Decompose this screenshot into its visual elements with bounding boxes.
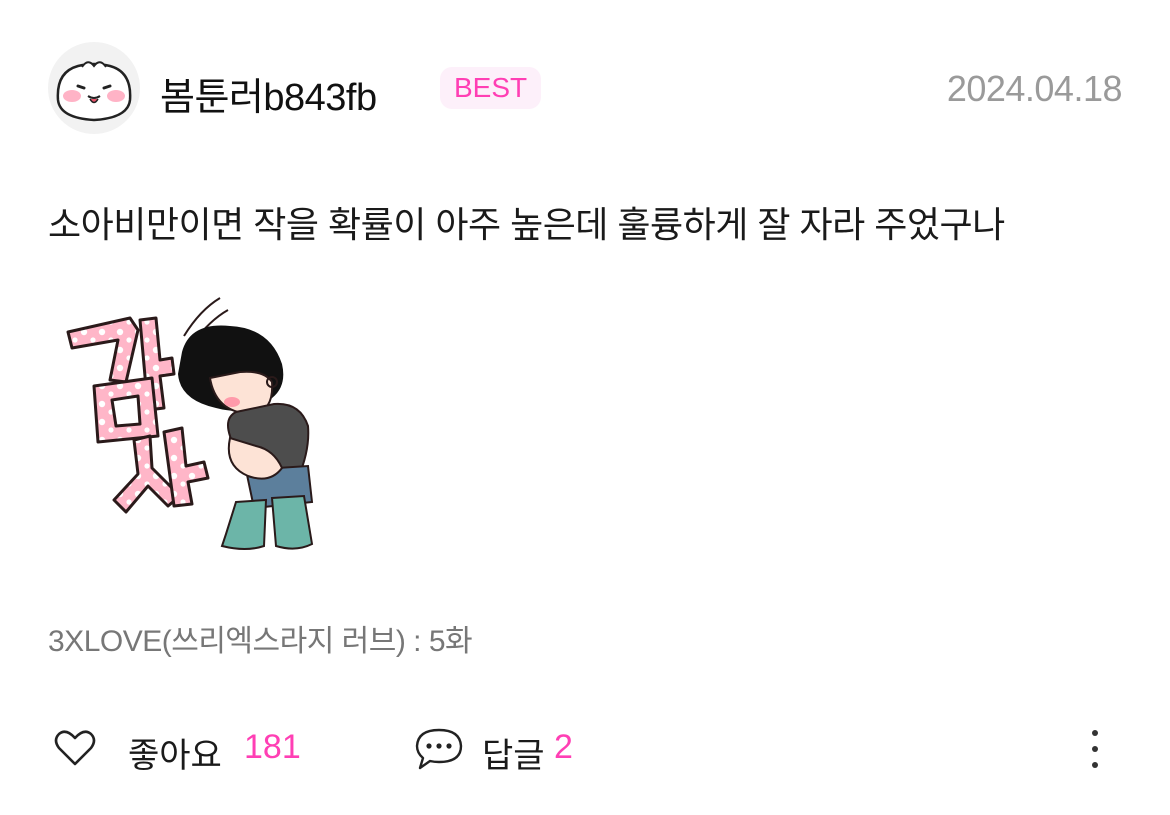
username[interactable]: 봄툰러b843fb: [160, 66, 377, 121]
bunny-face-icon: [56, 61, 132, 122]
best-badge: BEST: [440, 67, 542, 109]
more-vertical-icon[interactable]: [1090, 728, 1100, 770]
reply-count: 2: [554, 728, 573, 766]
reply-label[interactable]: 답글: [482, 728, 545, 777]
thanks-sticker-icon: [66, 297, 314, 550]
like-count: 181: [244, 728, 301, 766]
like-label[interactable]: 좋아요: [128, 728, 222, 777]
comment-actions: 좋아요 181 답글 2: [48, 722, 1122, 776]
comment-date: 2024.04.18: [946, 68, 1123, 109]
webtoon-source[interactable]: 3XLOVE(쓰리엑스라지 러브) : 5화: [48, 616, 473, 660]
heart-icon[interactable]: [54, 728, 96, 768]
chat-bubble-icon[interactable]: [414, 726, 464, 772]
thanks-sticker: [60, 290, 330, 558]
comment-body: 소아비만이면 작을 확률이 아주 높은데 훌륭하게 잘 자라 주었구나: [48, 204, 1005, 245]
comment-header: 봄툰러b843fb BEST 2024.04.18: [48, 42, 1123, 134]
avatar[interactable]: [48, 42, 140, 134]
